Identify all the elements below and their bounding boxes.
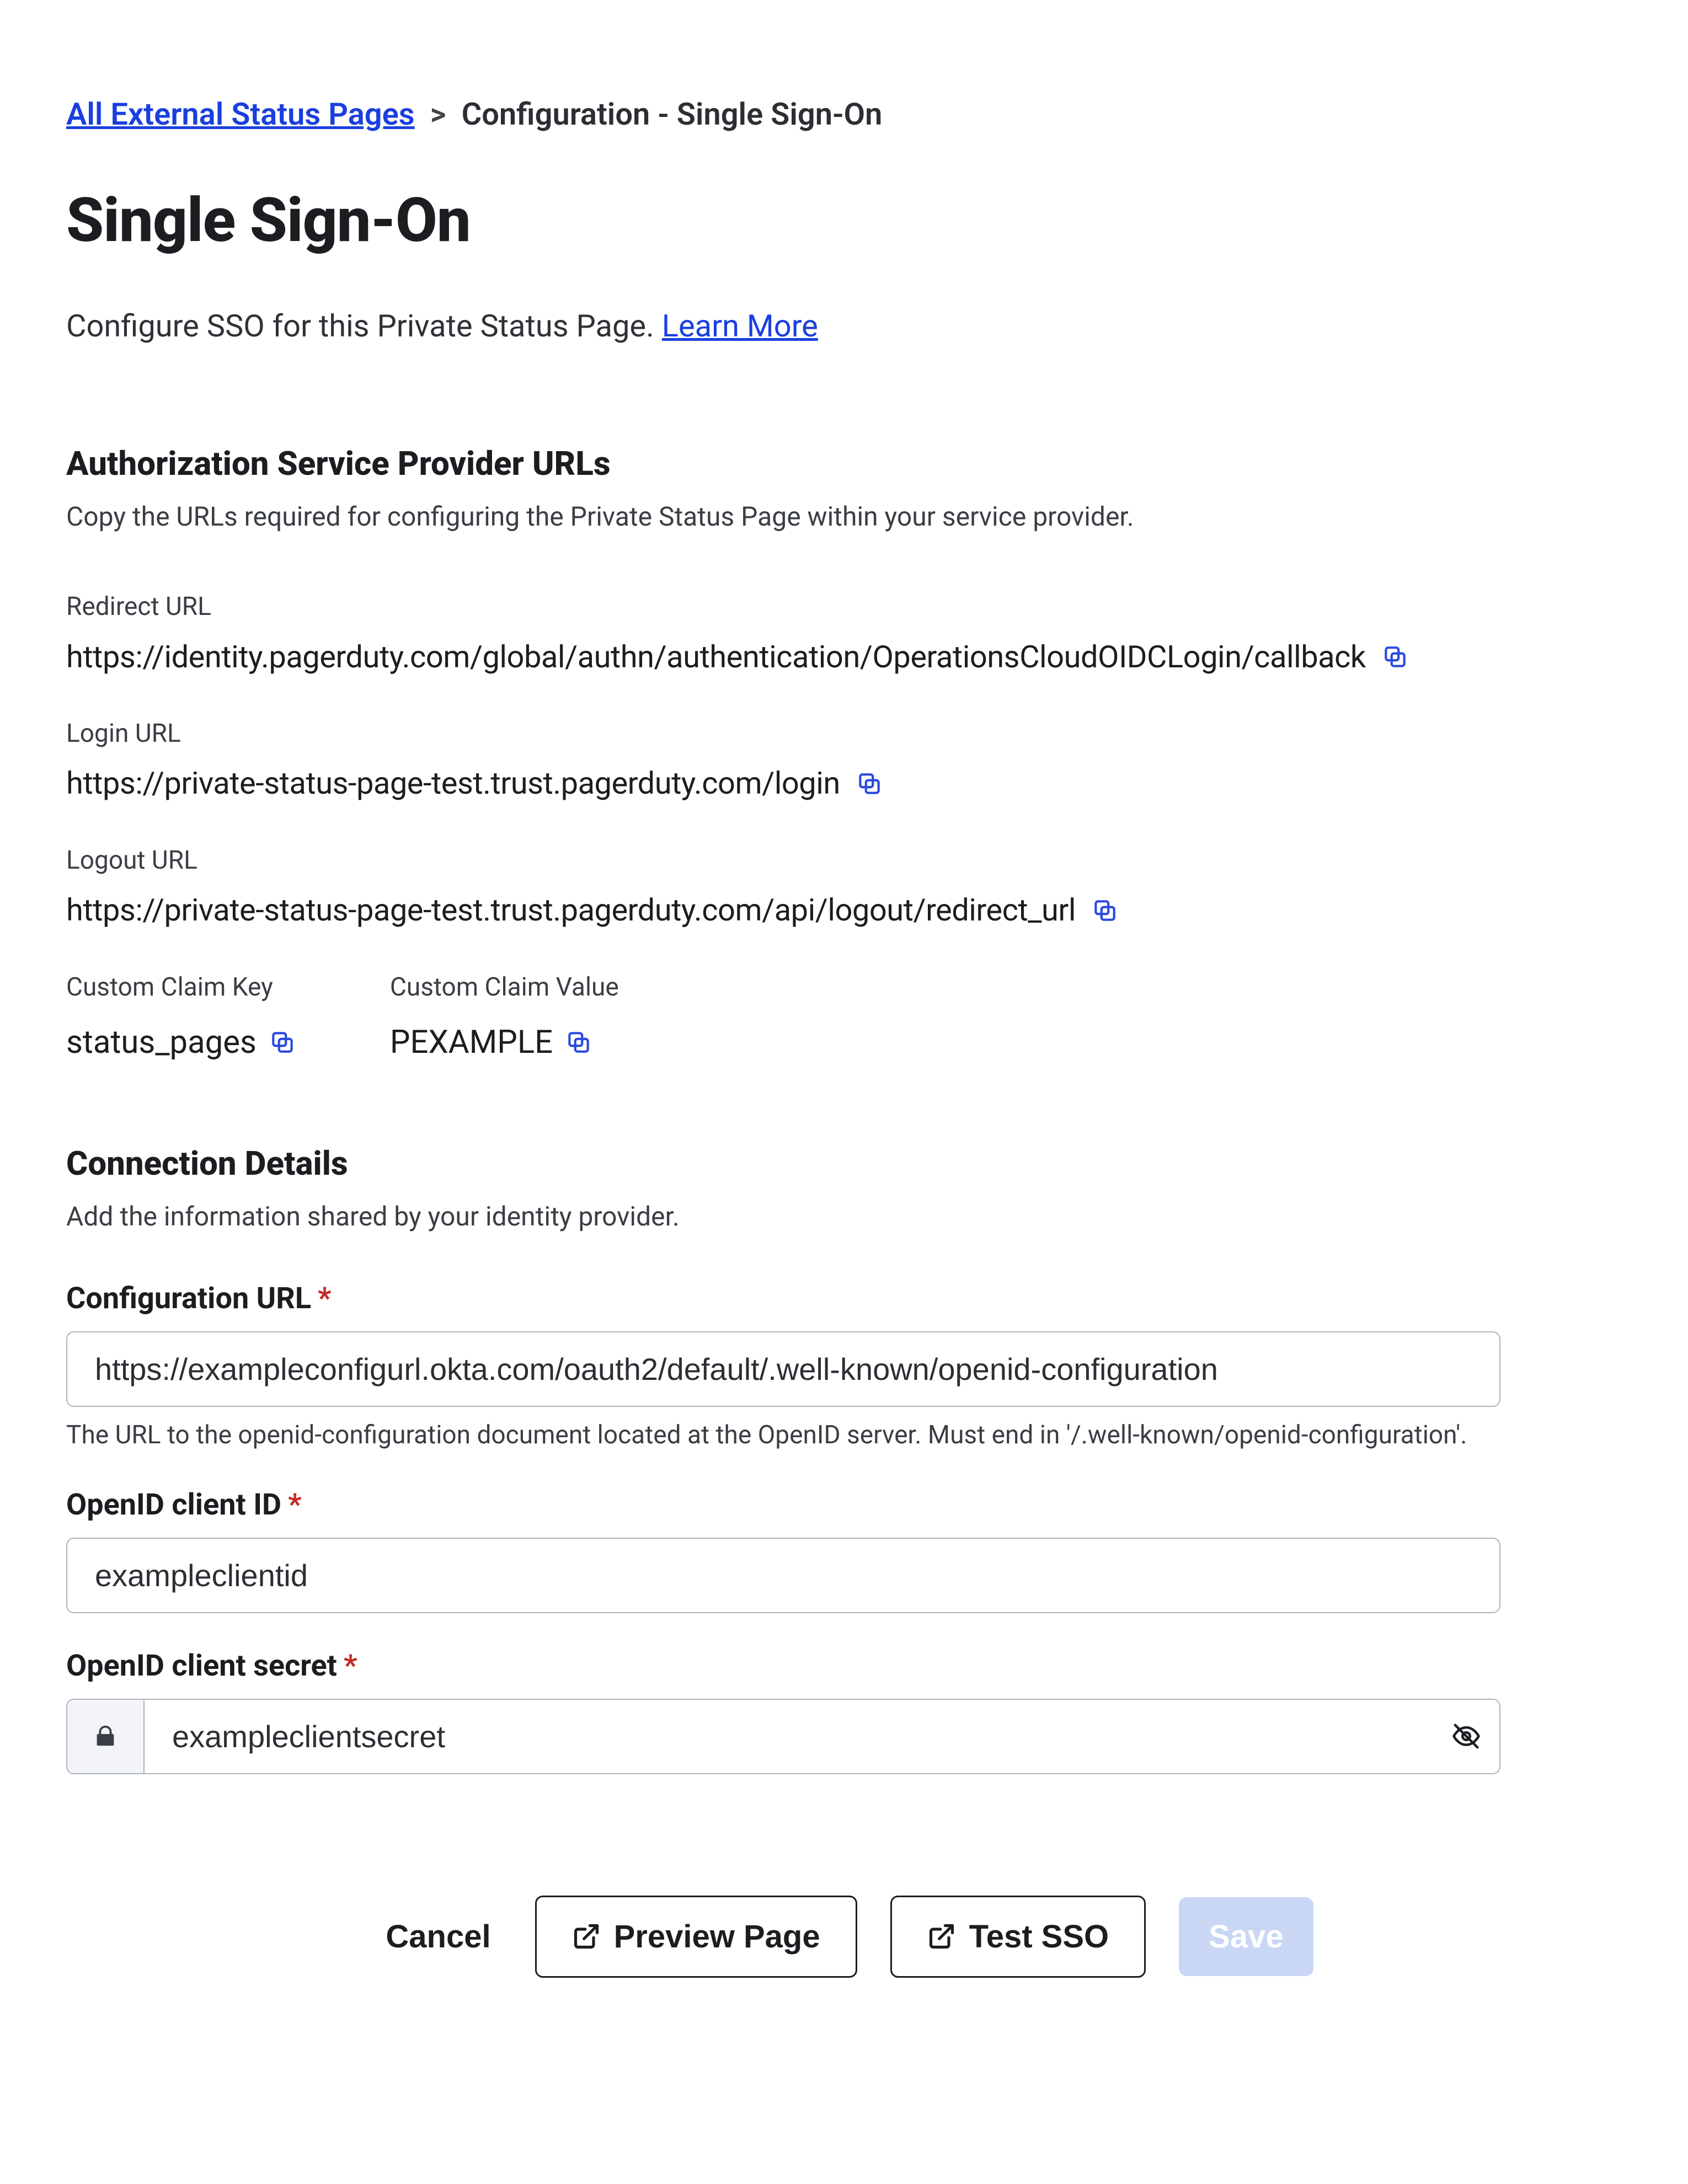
external-link-icon xyxy=(927,1922,956,1951)
configuration-url-label: Configuration URL xyxy=(66,1279,311,1319)
login-url-value: https://private-status-page-test.trust.p… xyxy=(66,763,840,805)
copy-icon[interactable] xyxy=(565,1029,592,1056)
client-secret-input-wrap xyxy=(66,1699,1500,1774)
connection-subtext: Add the information shared by your ident… xyxy=(66,1199,1622,1235)
copy-icon[interactable] xyxy=(1381,643,1409,671)
save-button[interactable]: Save xyxy=(1179,1897,1313,1976)
eye-off-icon xyxy=(1451,1721,1481,1751)
copy-icon[interactable] xyxy=(269,1029,296,1056)
breadcrumb-back-link[interactable]: All External Status Pages xyxy=(66,94,415,136)
breadcrumb-separator: > xyxy=(430,94,446,136)
redirect-url-block: Redirect URL https://identity.pagerduty.… xyxy=(66,590,1622,678)
connection-heading: Connection Details xyxy=(66,1141,1622,1186)
client-secret-input[interactable] xyxy=(145,1700,1433,1773)
preview-page-button[interactable]: Preview Page xyxy=(535,1896,857,1978)
custom-claim-value-label: Custom Claim Value xyxy=(390,970,619,1004)
custom-claim-row: Custom Claim Key status_pages Custom Cla… xyxy=(66,970,1622,1064)
preview-page-label: Preview Page xyxy=(614,1918,820,1955)
client-id-group: OpenID client ID * xyxy=(66,1485,1622,1613)
learn-more-link[interactable]: Learn More xyxy=(662,308,818,344)
breadcrumb: All External Status Pages > Configuratio… xyxy=(66,94,1622,136)
required-indicator: * xyxy=(344,1646,357,1687)
test-sso-button[interactable]: Test SSO xyxy=(890,1896,1146,1978)
lock-icon xyxy=(93,1723,118,1749)
login-url-block: Login URL https://private-status-page-te… xyxy=(66,716,1622,805)
page-subtitle: Configure SSO for this Private Status Pa… xyxy=(66,306,1622,347)
copy-icon[interactable] xyxy=(1091,897,1119,924)
configuration-url-input[interactable] xyxy=(66,1331,1500,1407)
external-link-icon xyxy=(572,1922,601,1951)
configuration-url-group: Configuration URL * The URL to the openi… xyxy=(66,1279,1622,1452)
logout-url-label: Logout URL xyxy=(66,843,1622,877)
toggle-secret-visibility-button[interactable] xyxy=(1433,1700,1499,1773)
auth-section-subtext: Copy the URLs required for configuring t… xyxy=(66,499,1622,535)
footer-actions: Cancel Preview Page Test SSO Sa xyxy=(66,1896,1622,1978)
required-indicator: * xyxy=(288,1485,302,1525)
redirect-url-value: https://identity.pagerduty.com/global/au… xyxy=(66,636,1366,678)
custom-claim-key-label: Custom Claim Key xyxy=(66,970,296,1004)
lock-addon xyxy=(67,1700,145,1773)
redirect-url-label: Redirect URL xyxy=(66,590,1622,624)
custom-claim-value-value: PEXAMPLE xyxy=(390,1021,553,1064)
page-title: Single Sign-On xyxy=(66,180,1622,262)
breadcrumb-current: Configuration - Single Sign-On xyxy=(462,94,883,136)
logout-url-block: Logout URL https://private-status-page-t… xyxy=(66,843,1622,932)
custom-claim-value-block: Custom Claim Value PEXAMPLE xyxy=(390,970,619,1064)
configuration-url-help: The URL to the openid-configuration docu… xyxy=(66,1418,1500,1452)
copy-icon[interactable] xyxy=(856,770,883,797)
required-indicator: * xyxy=(318,1279,332,1319)
custom-claim-key-value: status_pages xyxy=(66,1021,257,1064)
test-sso-label: Test SSO xyxy=(969,1918,1109,1955)
cancel-button[interactable]: Cancel xyxy=(375,1897,501,1976)
client-id-input[interactable] xyxy=(66,1538,1500,1613)
client-secret-group: OpenID client secret * xyxy=(66,1646,1622,1774)
logout-url-value: https://private-status-page-test.trust.p… xyxy=(66,890,1076,932)
client-secret-label: OpenID client secret xyxy=(66,1646,337,1687)
client-id-label: OpenID client ID xyxy=(66,1485,281,1525)
custom-claim-key-block: Custom Claim Key status_pages xyxy=(66,970,296,1064)
page-subtitle-text: Configure SSO for this Private Status Pa… xyxy=(66,308,662,344)
login-url-label: Login URL xyxy=(66,716,1622,751)
auth-section-heading: Authorization Service Provider URLs xyxy=(66,441,1622,486)
